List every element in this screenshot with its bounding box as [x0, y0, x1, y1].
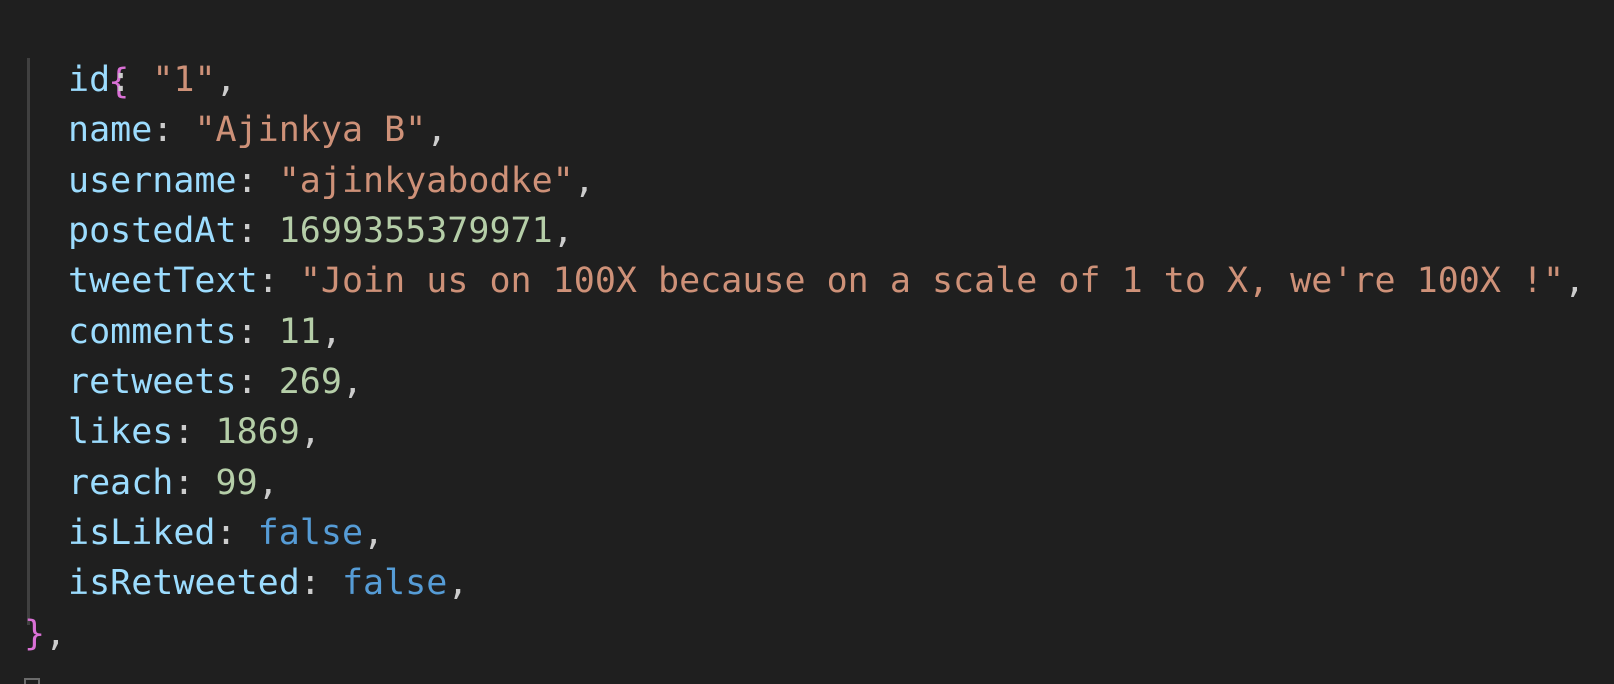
- property-key: tweetText: [68, 261, 258, 301]
- code-line-tweet-text: tweetText: "Join us on 100X because on a…: [68, 255, 1585, 307]
- code-line-open-brace: {: [24, 4, 129, 102]
- code-line-retweets: retweets: 269,: [68, 356, 363, 408]
- colon: :: [236, 362, 279, 402]
- code-line-comments: comments: 11,: [68, 306, 342, 358]
- comma: ,: [299, 412, 321, 452]
- colon: :: [257, 261, 300, 301]
- comma: ,: [215, 60, 237, 100]
- colon: :: [236, 312, 279, 352]
- property-value: 11: [278, 312, 321, 352]
- property-value: 99: [215, 463, 258, 503]
- property-value: "Join us on 100X because on a scale of 1…: [299, 261, 1565, 301]
- colon: :: [236, 161, 279, 201]
- colon: :: [236, 211, 279, 251]
- code-line-name: name: "Ajinkya B",: [68, 104, 447, 156]
- colon: :: [110, 60, 153, 100]
- code-line-likes: likes: 1869,: [68, 406, 321, 458]
- property-key: isLiked: [68, 513, 216, 553]
- property-key: reach: [68, 463, 174, 503]
- property-key: comments: [68, 312, 237, 352]
- code-line-posted-at: postedAt: 1699355379971,: [68, 205, 574, 257]
- property-key: postedAt: [68, 211, 237, 251]
- comma: ,: [426, 110, 448, 150]
- comma: ,: [363, 513, 385, 553]
- colon: :: [299, 563, 342, 603]
- colon: :: [215, 513, 258, 553]
- property-key: id: [68, 60, 111, 100]
- code-line-reach: reach: 99,: [68, 457, 279, 509]
- property-value: "1": [152, 60, 216, 100]
- comma: ,: [257, 463, 279, 503]
- close-brace: }: [24, 614, 46, 654]
- property-key: name: [68, 110, 153, 150]
- property-key: isRetweeted: [68, 563, 300, 603]
- property-value: "ajinkyabodke": [278, 161, 574, 201]
- fold-icon[interactable]: [24, 678, 40, 684]
- comma: ,: [552, 211, 574, 251]
- property-value: 1869: [215, 412, 300, 452]
- property-value: 1699355379971: [278, 211, 553, 251]
- comma: ,: [341, 362, 364, 402]
- code-line-username: username: "ajinkyabodke",: [68, 155, 595, 207]
- property-value: 269: [278, 362, 342, 402]
- comma: ,: [45, 614, 67, 654]
- comma: ,: [320, 312, 342, 352]
- code-line-id: id: "1",: [68, 54, 237, 106]
- comma: ,: [1564, 261, 1586, 301]
- comma: ,: [447, 563, 469, 603]
- property-value: false: [257, 513, 364, 553]
- code-line-close-brace: },: [24, 608, 66, 660]
- colon: :: [173, 412, 216, 452]
- code-line-is-retweeted: isRetweeted: false,: [68, 557, 468, 609]
- comma: ,: [573, 161, 595, 201]
- code-editor[interactable]: { id: "1", name: "Ajinkya B", username: …: [0, 0, 1614, 684]
- property-key: likes: [68, 412, 174, 452]
- property-key: username: [68, 161, 237, 201]
- colon: :: [152, 110, 195, 150]
- code-line-is-liked: isLiked: false,: [68, 507, 384, 559]
- colon: :: [173, 463, 216, 503]
- property-value: false: [341, 563, 448, 603]
- property-key: retweets: [68, 362, 237, 402]
- property-value: "Ajinkya B": [194, 110, 427, 150]
